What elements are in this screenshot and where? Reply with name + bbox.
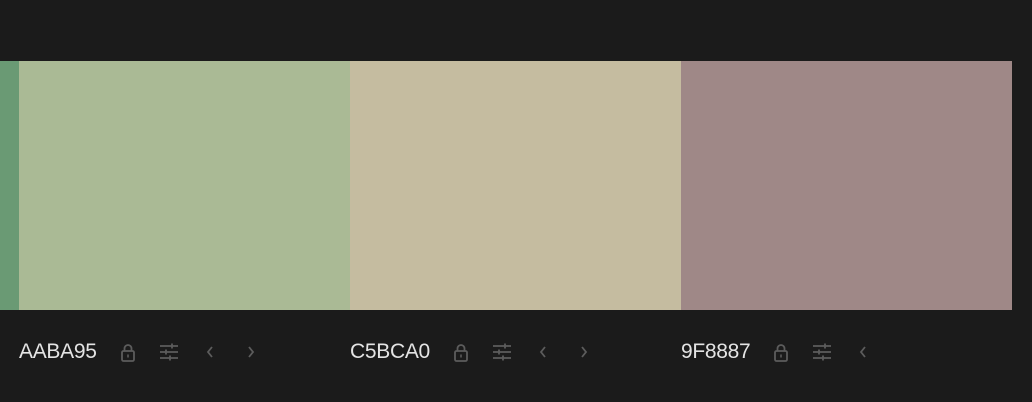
swatch-2-info: C5BCA0 (350, 336, 614, 368)
swatch-3[interactable] (681, 61, 1012, 310)
sliders-icon[interactable] (491, 341, 513, 363)
chevron-left-icon[interactable] (532, 341, 554, 363)
lock-icon[interactable] (117, 341, 139, 363)
chevron-right-icon[interactable] (240, 341, 262, 363)
chevron-left-icon[interactable] (199, 341, 221, 363)
swatch-partial-left[interactable] (0, 61, 19, 310)
swatch-2[interactable] (350, 61, 681, 310)
chevron-right-icon[interactable] (573, 341, 595, 363)
swatch-1-info: AABA95 (19, 336, 281, 368)
sliders-icon[interactable] (811, 341, 833, 363)
chevron-left-icon[interactable] (852, 341, 874, 363)
swatch-1[interactable] (19, 61, 350, 310)
lock-icon[interactable] (450, 341, 472, 363)
palette-editor: AABA95 C5BCA0 9F8887 (0, 0, 1032, 402)
swatch-strip (0, 61, 1012, 310)
hex-code[interactable]: C5BCA0 (350, 340, 430, 364)
sliders-icon[interactable] (158, 341, 180, 363)
hex-code[interactable]: AABA95 (19, 340, 97, 364)
hex-code[interactable]: 9F8887 (681, 340, 751, 364)
swatch-3-info: 9F8887 (681, 336, 893, 368)
lock-icon[interactable] (770, 341, 792, 363)
